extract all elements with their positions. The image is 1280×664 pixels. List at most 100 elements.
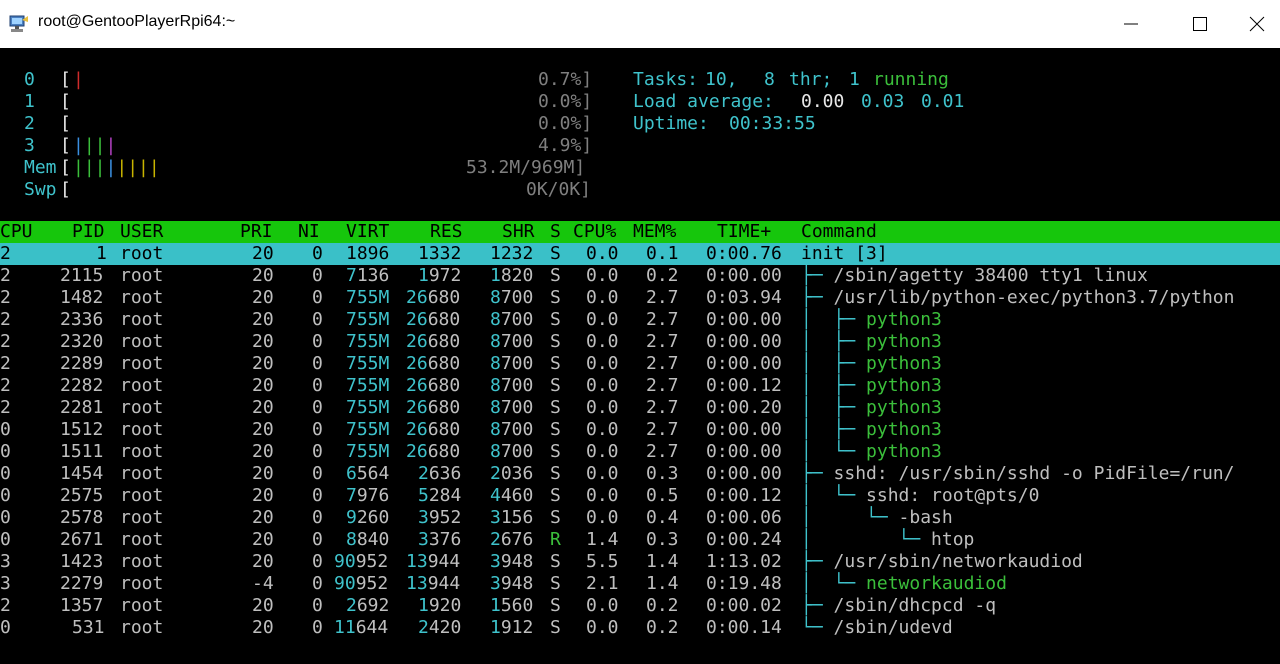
cell-command: ├─ sshd: /usr/sbin/sshd -o PidFile=/run/	[801, 463, 1235, 484]
cell-s: S	[550, 375, 561, 396]
cell-res: 1972	[418, 265, 462, 286]
cell-user: root	[120, 617, 164, 638]
cell-time: 0:00.14	[706, 617, 782, 638]
close-button[interactable]	[1234, 0, 1280, 48]
process-table-header[interactable]: CPU PID USER PRI NI VIRT RES SHR S CPU% …	[0, 221, 1280, 243]
cell-ni: 0	[312, 397, 323, 418]
process-row[interactable]: 2 1 root 20 0 1896 1332 1232 S 0.0 0.1 0:00.76 init …	[0, 243, 1280, 265]
cell-pri: 20	[252, 529, 274, 550]
cell-pri: 20	[252, 441, 274, 462]
terminal-screen[interactable]: 0 [| 0.7%] 1 [ 0.0%] 2 [ 0.0%] 3 [|||| 4…	[0, 48, 1280, 664]
window-titlebar[interactable]: root@GentooPlayerRpi64:~	[0, 0, 1280, 48]
cell-pri: 20	[252, 617, 274, 638]
cell-pid: 1511	[60, 441, 104, 462]
cell-res: 2420	[418, 617, 462, 638]
cell-virt: 90952	[334, 551, 389, 572]
minimize-button[interactable]	[1108, 0, 1154, 48]
cell-virt: 755M	[346, 397, 390, 418]
cell-shr: 4460	[490, 485, 534, 506]
process-row[interactable]: 2 2336 root 20 0 755M 26680 8700 S 0.0 2.7 0:00.00 │…	[0, 309, 1280, 331]
cell-memp: 0.2	[646, 595, 679, 616]
cell-cpup: 0.0	[586, 287, 619, 308]
cell-shr: 8700	[490, 441, 534, 462]
cell-s: S	[550, 617, 561, 638]
cell-command: │ ├─ python3	[801, 375, 942, 396]
cell-pid: 2115	[60, 265, 104, 286]
cell-pri: 20	[252, 353, 274, 374]
cell-virt: 1896	[346, 243, 390, 264]
cell-pid: 2336	[60, 309, 104, 330]
cell-pri: 20	[252, 397, 274, 418]
cell-command: ├─ /sbin/dhcpcd -q	[801, 595, 997, 616]
cell-ni: 0	[312, 375, 323, 396]
process-row[interactable]: 0 2575 root 20 0 7976 5284 4460 S 0.0 0.5 0:00.12 │ …	[0, 485, 1280, 507]
cell-shr: 1560	[490, 595, 534, 616]
process-row[interactable]: 2 2320 root 20 0 755M 26680 8700 S 0.0 2.7 0:00.00 │…	[0, 331, 1280, 353]
cell-virt: 755M	[346, 375, 390, 396]
cell-s: S	[550, 353, 561, 374]
cell-pri: 20	[252, 265, 274, 286]
cell-time: 1:13.02	[706, 551, 782, 572]
process-row[interactable]: 0 2578 root 20 0 9260 3952 3156 S 0.0 0.4 0:00.06 │ …	[0, 507, 1280, 529]
cell-memp: 0.1	[646, 243, 679, 264]
cell-cpup: 0.0	[586, 617, 619, 638]
cell-virt: 7976	[346, 485, 390, 506]
cell-virt: 7136	[346, 265, 390, 286]
cell-virt: 2692	[346, 595, 390, 616]
process-row[interactable]: 3 1423 root 20 0 90952 13944 3948 S 5.5 1.4 1:13.02…	[0, 551, 1280, 573]
cell-ni: 0	[312, 441, 323, 462]
cell-command: │ ├─ python3	[801, 309, 942, 330]
process-row[interactable]: 2 2282 root 20 0 755M 26680 8700 S 0.0 2.7 0:00.12 │…	[0, 375, 1280, 397]
cell-pid: 2575	[60, 485, 104, 506]
maximize-button[interactable]	[1177, 0, 1223, 48]
process-row[interactable]: 0 2671 root 20 0 8840 3376 2676 R 1.4 0.3 0:00.24 │ …	[0, 529, 1280, 551]
cell-pid: 2320	[60, 331, 104, 352]
process-row[interactable]: 2 1482 root 20 0 755M 26680 8700 S 0.0 2.7 0:03.94 ├…	[0, 287, 1280, 309]
cell-time: 0:00.00	[706, 265, 782, 286]
process-row[interactable]: 0 1512 root 20 0 755M 26680 8700 S 0.0 2.7 0:00.00 │…	[0, 419, 1280, 441]
cell-cpup: 0.0	[586, 595, 619, 616]
cell-time: 0:00.02	[706, 595, 782, 616]
cell-shr: 3156	[490, 507, 534, 528]
cell-command: │ ├─ python3	[801, 397, 942, 418]
process-row[interactable]: 0 531 root 20 0 11644 2420 1912 S 0.0 0.2 0:00.14 └─…	[0, 617, 1280, 639]
process-row[interactable]: 2 2115 root 20 0 7136 1972 1820 S 0.0 0.2 0:00.00 ├─…	[0, 265, 1280, 287]
cell-res: 26680	[406, 287, 461, 308]
cell-virt: 755M	[346, 287, 390, 308]
process-row[interactable]: 3 2279 root -4 0 90952 13944 3948 S 2.1 1.4 0:19.48…	[0, 573, 1280, 595]
cell-command: │ └─ -bash	[801, 507, 953, 528]
cell-pid: 2282	[60, 375, 104, 396]
cell-user: root	[120, 353, 164, 374]
cell-s: S	[550, 265, 561, 286]
cell-time: 0:00.00	[706, 309, 782, 330]
cell-s: R	[550, 529, 561, 550]
cell-cpu: 2	[0, 265, 11, 286]
cell-pri: 20	[252, 485, 274, 506]
cell-time: 0:00.00	[706, 463, 782, 484]
cell-virt: 755M	[346, 441, 390, 462]
cell-ni: 0	[312, 507, 323, 528]
cell-time: 0:00.00	[706, 331, 782, 352]
cell-shr: 2676	[490, 529, 534, 550]
window-title: root@GentooPlayerRpi64:~	[38, 13, 236, 30]
cell-cpu: 2	[0, 331, 11, 352]
process-row[interactable]: 2 1357 root 20 0 2692 1920 1560 S 0.0 0.2 0:00.02 ├─…	[0, 595, 1280, 617]
process-row[interactable]: 2 2281 root 20 0 755M 26680 8700 S 0.0 2.7 0:00.20 │…	[0, 397, 1280, 419]
cell-res: 1920	[418, 595, 462, 616]
process-row[interactable]: 2 2289 root 20 0 755M 26680 8700 S 0.0 2.7 0:00.00 │…	[0, 353, 1280, 375]
maximize-icon	[1193, 17, 1207, 31]
cell-cpup: 0.0	[586, 243, 619, 264]
process-row[interactable]: 0 1454 root 20 0 6564 2636 2036 S 0.0 0.3 0:00.00 ├─…	[0, 463, 1280, 485]
cell-cpu: 0	[0, 463, 11, 484]
cell-cpup: 1.4	[586, 529, 619, 550]
cell-virt: 9260	[346, 507, 390, 528]
cell-shr: 3948	[490, 551, 534, 572]
cell-pri: 20	[252, 551, 274, 572]
cell-user: root	[120, 551, 164, 572]
cell-time: 0:00.00	[706, 353, 782, 374]
cell-memp: 2.7	[646, 375, 679, 396]
process-row[interactable]: 0 1511 root 20 0 755M 26680 8700 S 0.0 2.7 0:00.00 │…	[0, 441, 1280, 463]
cell-shr: 8700	[490, 287, 534, 308]
cell-res: 2636	[418, 463, 462, 484]
cell-s: S	[550, 463, 561, 484]
